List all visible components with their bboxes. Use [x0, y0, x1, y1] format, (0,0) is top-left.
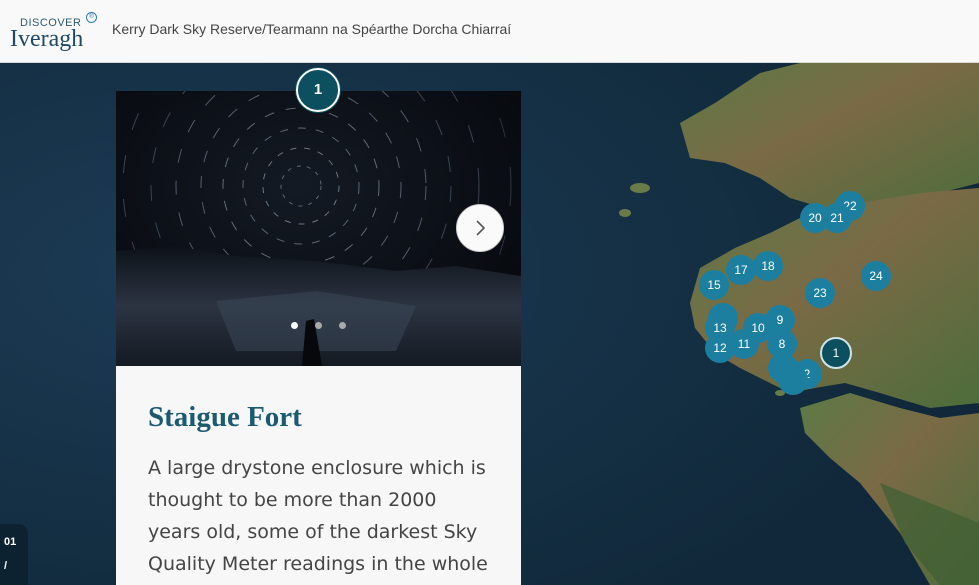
logo-iveragh-text: Iveragh — [10, 26, 84, 52]
slide-counter: 01 / — [0, 524, 28, 585]
map-marker-18[interactable]: 18 — [753, 251, 783, 281]
counter-separator: / — [4, 560, 8, 572]
place-description: A large drystone enclosure which is thou… — [148, 457, 488, 575]
map-marker-15[interactable]: 15 — [699, 270, 729, 300]
map-marker-21[interactable]: 21 — [822, 203, 852, 233]
gallery-dot-1-active[interactable] — [291, 322, 298, 329]
map-marker-24[interactable]: 24 — [861, 261, 891, 291]
registered-icon: ® — [86, 12, 97, 23]
map-marker-23[interactable]: 23 — [805, 278, 835, 308]
counter-current: 01 — [4, 536, 17, 548]
star-trail-photo — [116, 91, 521, 366]
gallery-dot-3[interactable] — [339, 322, 346, 329]
story-card: Staigue Fort A large drystone enclosure … — [116, 91, 521, 585]
next-image-button[interactable] — [456, 204, 504, 252]
map-marker-1-active[interactable]: 1 — [820, 337, 852, 369]
chevron-right-icon — [476, 220, 486, 236]
app-header: DISCOVER Iveragh ® Kerry Dark Sky Reserv… — [0, 0, 979, 63]
place-title: Staigue Fort — [148, 401, 302, 433]
map-marker-17[interactable]: 17 — [726, 255, 756, 285]
story-pin-1[interactable]: 1 — [296, 68, 340, 112]
story-title: Kerry Dark Sky Reserve/Tearmann na Spéar… — [112, 21, 512, 37]
map-marker-cluster-3[interactable] — [778, 365, 808, 395]
discover-iveragh-logo[interactable]: DISCOVER Iveragh ® — [10, 12, 102, 56]
gallery-dot-2[interactable] — [315, 322, 322, 329]
map-marker-11[interactable]: 11 — [729, 329, 759, 359]
